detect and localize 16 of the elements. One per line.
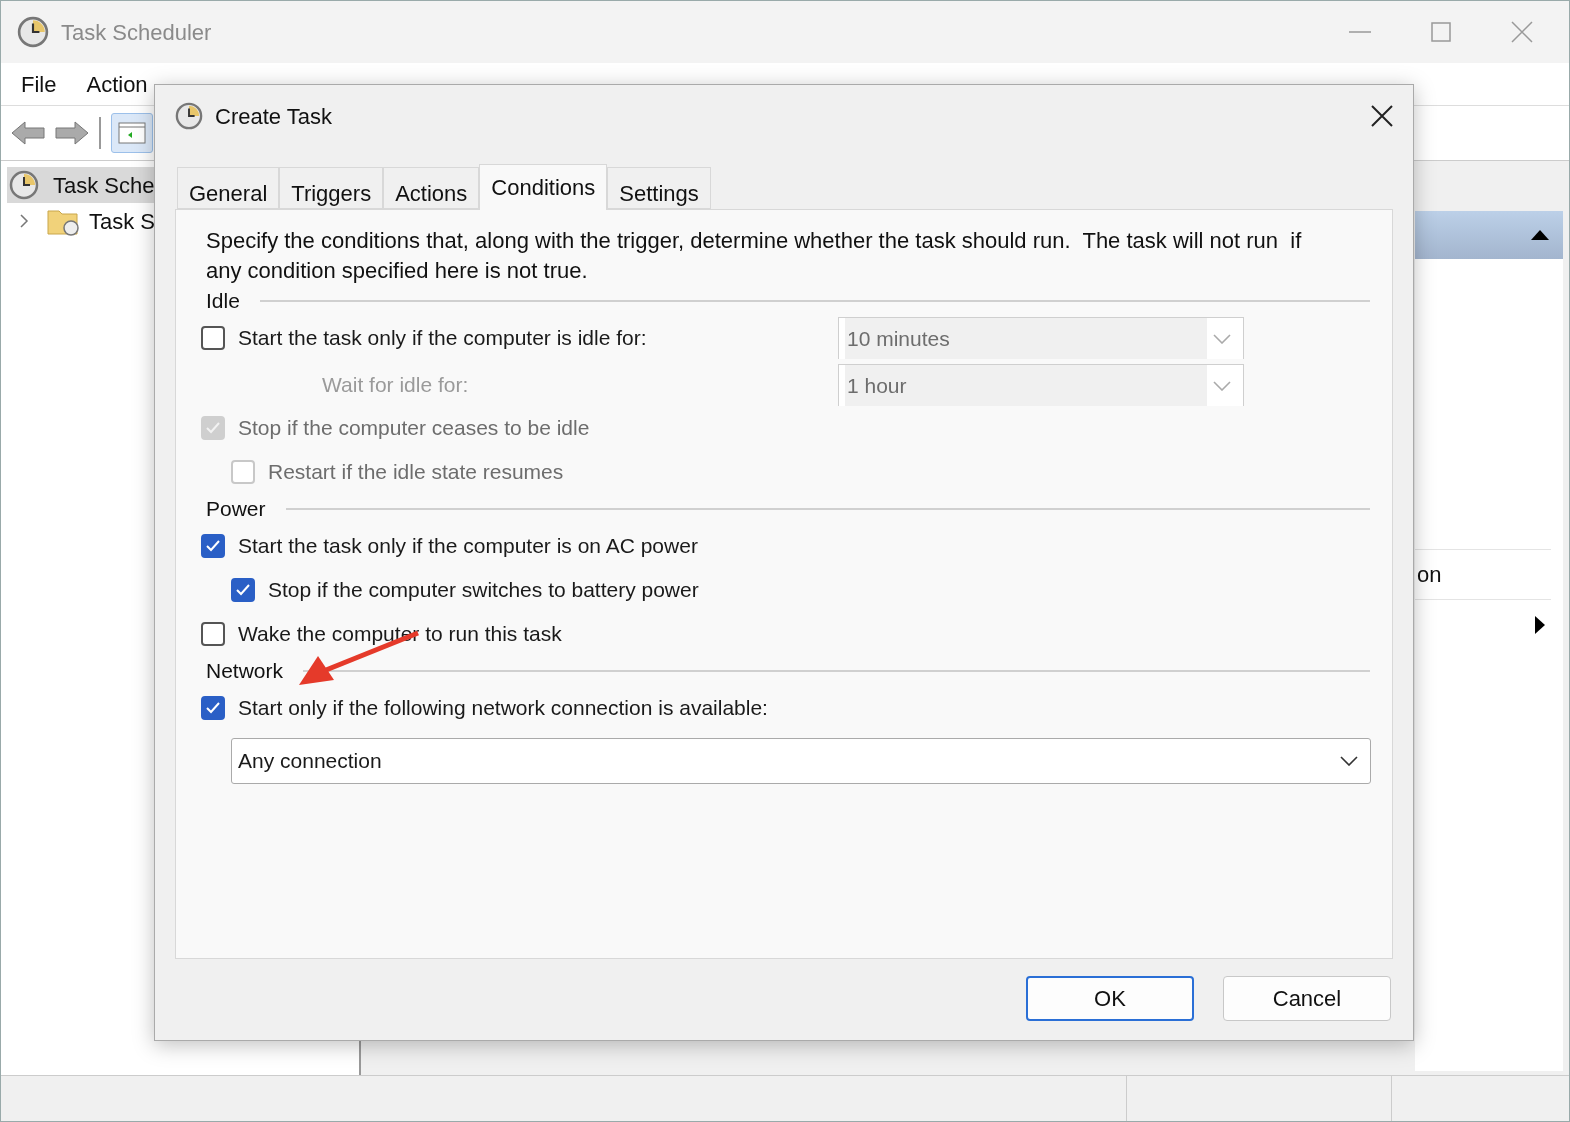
- tree-label: Task S: [89, 207, 156, 236]
- window-title: Task Scheduler: [61, 18, 212, 47]
- tree-label: Task Sche: [53, 171, 155, 200]
- section-heading: Network: [206, 658, 284, 685]
- field-label: Wait for idle for:: [322, 371, 469, 398]
- checkbox-label: Start the task only if the computer is on AC power: [238, 533, 698, 560]
- dialog-title: Create Task: [215, 102, 332, 131]
- checkbox-label: Start the task only if the computer is idle for:: [238, 325, 647, 352]
- section-heading: Idle: [206, 288, 240, 315]
- dropdown-value: Any connection: [238, 748, 383, 775]
- section-heading: Power: [206, 496, 266, 523]
- description-text: Specify the conditions that, along with the trigger, determine whether the task should run. The task will not run if any condition specified here is not true.: [205, 227, 1303, 285]
- checkbox-label: Stop if the computer ceases to be idle: [238, 415, 590, 442]
- checkbox-label: Restart if the idle state resumes: [268, 459, 564, 486]
- checkbox-label: Start only if the following network connection is available:: [238, 695, 768, 722]
- checkbox-label: Stop if the computer switches to battery power: [268, 577, 699, 604]
